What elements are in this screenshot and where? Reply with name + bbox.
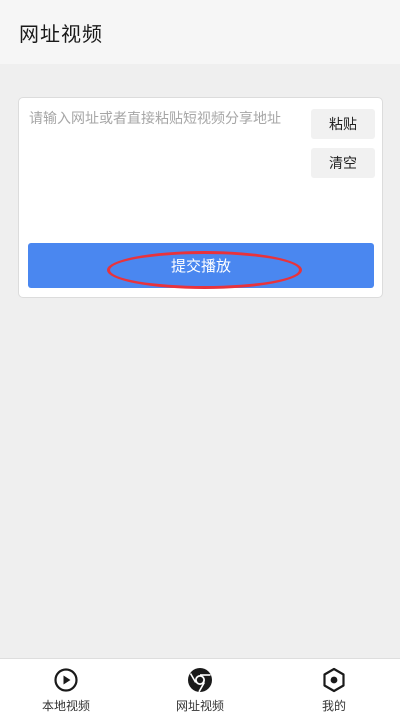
- play-circle-icon: [54, 668, 78, 692]
- url-input-card: 粘贴 清空 提交播放: [18, 97, 383, 298]
- page-title: 网址视频: [19, 21, 103, 46]
- submit-play-button[interactable]: 提交播放: [28, 243, 374, 288]
- nav-item-local-video[interactable]: 本地视频: [11, 659, 121, 721]
- url-input[interactable]: [29, 108, 301, 238]
- browser-icon: [188, 668, 212, 693]
- nav-label-mine: 我的: [321, 699, 346, 713]
- nav-label-local-video: 本地视频: [41, 699, 90, 713]
- paste-button[interactable]: 粘贴: [311, 109, 375, 139]
- nav-label-web-video: 网址视频: [175, 699, 224, 713]
- bottom-nav: 本地视频 网址视频 我的: [0, 658, 400, 721]
- hexagon-icon: [323, 667, 345, 693]
- nav-item-mine[interactable]: 我的: [279, 659, 389, 721]
- app-header: 网址视频: [0, 0, 400, 64]
- clear-button[interactable]: 清空: [311, 148, 375, 178]
- nav-item-web-video[interactable]: 网址视频: [145, 659, 255, 721]
